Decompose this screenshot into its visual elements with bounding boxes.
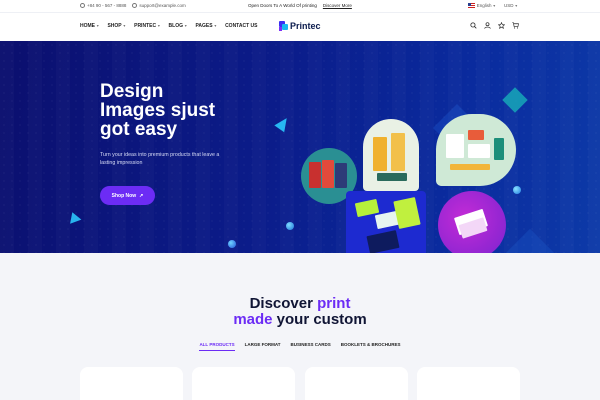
chevron-down-icon: ▼ <box>157 24 161 28</box>
nav-item-label: PRINTEC <box>134 23 157 29</box>
email-address: support@example.com <box>139 3 186 8</box>
email-contact[interactable]: support@example.com <box>132 3 186 8</box>
hero-image-cards <box>346 191 426 253</box>
hero-banner: Design Images sjust got easy Turn your i… <box>0 41 600 253</box>
decorative-orb <box>228 240 236 248</box>
section-title-accent: print <box>317 295 351 312</box>
arrow-up-right-icon: ↗ <box>139 192 144 199</box>
user-icon[interactable] <box>484 22 491 29</box>
tab-business-cards[interactable]: BUSINESS CARDS <box>291 342 331 351</box>
phone-icon <box>80 3 85 8</box>
nav-item-pages[interactable]: PAGES ▼ <box>195 23 217 29</box>
product-card[interactable] <box>305 367 408 400</box>
hero-image-packaging <box>363 119 419 191</box>
language-selector[interactable]: English ▼ <box>467 3 497 8</box>
nav-item-home[interactable]: HOME ▼ <box>80 23 99 29</box>
nav-item-label: SHOP <box>107 23 122 29</box>
shop-now-label: Shop Now <box>111 192 137 199</box>
promo-text: Open Doors To A World Of printing <box>248 3 317 8</box>
mail-icon <box>132 3 138 8</box>
section-title-accent: made <box>233 311 273 328</box>
product-card[interactable] <box>192 367 295 400</box>
section-title-text: Discover <box>249 295 318 312</box>
header-icons <box>470 22 519 29</box>
nav-item-label: BLOG <box>168 23 183 29</box>
phone-contact[interactable]: +84 90 - 567 - 8888 <box>80 3 126 8</box>
printec-logo-icon <box>279 21 288 31</box>
nav-item-shop[interactable]: SHOP ▼ <box>107 23 126 29</box>
star-icon[interactable] <box>498 22 505 29</box>
hero-image-stationery <box>436 114 516 186</box>
nav-item-label: CONTACT US <box>225 23 258 29</box>
hero-title-line: Design <box>100 81 164 102</box>
tab-large-format[interactable]: LARGE FORMAT <box>245 342 281 351</box>
hero-subtitle: Turn your ideas into premium products th… <box>100 152 220 166</box>
tab-all-products[interactable]: ALL PRODUCTS <box>199 342 235 351</box>
chevron-down-icon: ▼ <box>96 24 100 28</box>
tab-booklets-brochures[interactable]: BOOKLETS & BROCHURES <box>341 342 401 351</box>
nav-item-contact-us[interactable]: CONTACT US <box>225 23 257 29</box>
hero-title: Design Images sjust got easy <box>100 82 250 139</box>
hero-title-line: Images sjust <box>100 100 216 121</box>
product-card[interactable] <box>417 367 520 400</box>
chevron-down-icon: ▼ <box>514 3 518 8</box>
nav-item-label: PAGES <box>195 23 213 29</box>
hero-title-line: got easy <box>100 119 178 140</box>
product-card[interactable] <box>80 367 183 400</box>
language-label: English <box>476 3 492 8</box>
chevron-down-icon: ▼ <box>122 24 127 28</box>
decorative-orb <box>513 186 521 194</box>
cart-icon[interactable] <box>512 22 519 29</box>
chevron-down-icon: ▼ <box>213 24 218 28</box>
promo-banner: Open Doors To A World Of printing Discov… <box>248 3 352 8</box>
currency-selector[interactable]: USD ▼ <box>504 3 518 8</box>
nav-item-printec[interactable]: PRINTEC ▼ <box>134 23 160 29</box>
section-title: Discover print made your custom <box>0 296 600 328</box>
page: +84 90 - 567 - 8888 support@example.com … <box>0 0 600 400</box>
hero-image-envelopes <box>438 191 506 253</box>
nav-item-blog[interactable]: BLOG ▼ <box>169 23 188 29</box>
product-tabs: ALL PRODUCTS LARGE FORMAT BUSINESS CARDS BO… <box>0 342 600 351</box>
main-nav: HOME ▼ SHOP ▼ PRINTEC ▼ BLOG ▼ PAGES ▼ CONTACT US <box>80 23 257 29</box>
us-flag-icon <box>467 3 475 8</box>
discover-more-link[interactable]: Discover More <box>323 3 352 8</box>
shop-now-button[interactable]: Shop Now ↗ <box>100 186 155 205</box>
top-bar: +84 90 - 567 - 8888 support@example.com … <box>0 0 600 13</box>
section-title-text: your custom <box>272 311 367 328</box>
main-header: HOME ▼ SHOP ▼ PRINTEC ▼ BLOG ▼ PAGES ▼ CONTACT US … <box>0 13 600 41</box>
decorative-orb <box>286 222 294 230</box>
phone-number: +84 90 - 567 - 8888 <box>87 3 127 8</box>
logo-text: Printec <box>290 21 321 31</box>
chevron-down-icon: ▼ <box>183 24 188 28</box>
chevron-down-icon: ▼ <box>492 3 497 8</box>
search-icon[interactable] <box>470 22 477 29</box>
nav-item-label: HOME <box>80 23 95 29</box>
locale-switchers: English ▼ USD ▼ <box>467 3 518 8</box>
site-logo[interactable]: Printec <box>279 21 321 31</box>
contact-info: +84 90 - 567 - 8888 support@example.com <box>80 3 186 8</box>
currency-label: USD <box>504 3 514 8</box>
